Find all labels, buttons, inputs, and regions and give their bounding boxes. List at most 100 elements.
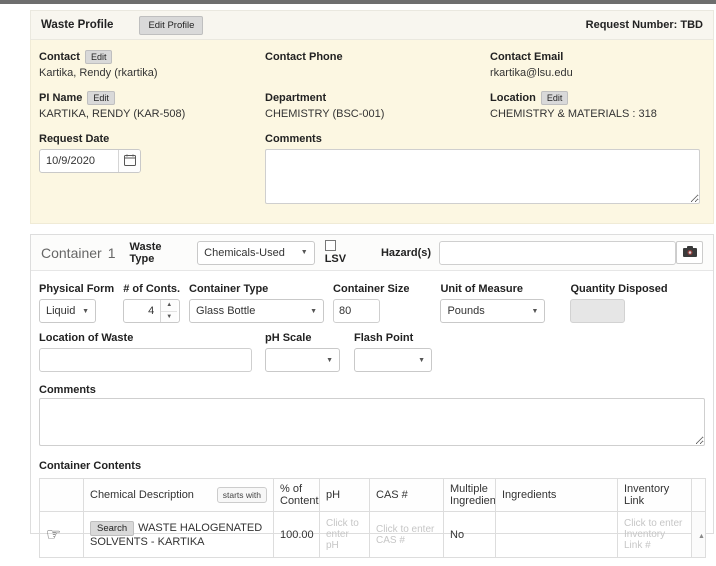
- chemical-description-cell: SearchWASTE HALOGENATED SOLVENTS - KARTI…: [84, 512, 274, 558]
- spinner-up-button[interactable]: ▲: [161, 300, 177, 311]
- lsv-label: LSV: [325, 253, 346, 265]
- col-ingredients-header: Ingredients: [496, 479, 618, 512]
- contact-email-label: Contact Email: [490, 51, 563, 63]
- top-edge-strip: [0, 0, 716, 4]
- request-date-input[interactable]: [40, 150, 118, 172]
- location-label: Location: [490, 92, 536, 104]
- table-row: ☞ SearchWASTE HALOGENATED SOLVENTS - KAR…: [40, 512, 706, 558]
- profile-comments-textarea[interactable]: [265, 149, 700, 204]
- waste-profile-header: Waste Profile Edit Profile Request Numbe…: [30, 10, 714, 40]
- quantity-disposed-input: [570, 299, 625, 323]
- department-label: Department: [265, 92, 326, 104]
- row-selector-cell[interactable]: ☞: [40, 512, 84, 558]
- pi-name-edit-button[interactable]: Edit: [87, 91, 115, 105]
- pi-name-value: KARTIKA, RENDY (KAR-508): [39, 106, 265, 123]
- location-of-waste-label: Location of Waste: [39, 332, 252, 344]
- location-value: CHEMISTRY & MATERIALS : 318: [490, 106, 705, 123]
- container-number: 1: [108, 245, 116, 261]
- num-conts-field: # of Conts. 4 ▲ ▼: [123, 283, 180, 323]
- contact-email-value: rkartika@lsu.edu: [490, 65, 705, 82]
- contact-edit-button[interactable]: Edit: [85, 50, 113, 64]
- request-date-field: Request Date: [39, 130, 265, 204]
- col-ph-header: pH: [320, 479, 370, 512]
- caret-down-icon: ▼: [310, 308, 317, 315]
- container-size-field: Container Size: [333, 283, 409, 323]
- container-comments-label: Comments: [39, 384, 705, 396]
- container-type-field: Container Type Glass Bottle ▼: [189, 283, 324, 323]
- unit-of-measure-select[interactable]: Pounds ▼: [440, 299, 545, 323]
- flash-point-field: Flash Point ▼: [354, 332, 432, 372]
- contact-value: Kartika, Rendy (rkartika): [39, 65, 265, 82]
- caret-down-icon: ▼: [532, 308, 539, 315]
- ph-scale-field: pH Scale ▼: [265, 332, 340, 372]
- quantity-disposed-label: Quantity Disposed: [570, 283, 667, 295]
- col-row-selector-header: [40, 479, 84, 512]
- physical-form-label: Physical Form: [39, 283, 114, 295]
- container-size-input[interactable]: [333, 299, 380, 323]
- starts-with-button[interactable]: starts with: [217, 487, 267, 503]
- physical-form-field: Physical Form Liquid ▼: [39, 283, 114, 323]
- inventory-link-cell[interactable]: Click to enter Inventory Link #: [618, 512, 692, 558]
- date-picker-button[interactable]: [118, 150, 140, 172]
- multiple-ingredients-cell: No: [444, 512, 496, 558]
- col-inventory-link-header: Inventory Link: [618, 479, 692, 512]
- ingredients-cell: [496, 512, 618, 558]
- container-contents-title: Container Contents: [39, 460, 705, 472]
- request-number: Request Number: TBD: [586, 19, 703, 31]
- flash-point-select[interactable]: ▼: [354, 348, 432, 372]
- page-title: Waste Profile: [41, 19, 113, 31]
- request-date-label: Request Date: [39, 133, 109, 145]
- col-chemical-description-header: Chemical Description starts with: [84, 479, 274, 512]
- spinner-down-button[interactable]: ▼: [161, 311, 177, 323]
- num-conts-input[interactable]: 4 ▲ ▼: [123, 299, 180, 323]
- profile-panel: Contact Edit Kartika, Rendy (rkartika) C…: [30, 40, 714, 224]
- table-scrollbar[interactable]: ▲: [692, 512, 706, 558]
- col-pct-content-header: % of Content: [274, 479, 320, 512]
- contact-email-field: Contact Email rkartika@lsu.edu: [490, 48, 705, 82]
- lsv-checkbox[interactable]: [325, 240, 336, 251]
- col-multiple-ingredients-header: Multiple Ingredients: [444, 479, 496, 512]
- num-conts-label: # of Conts.: [123, 283, 180, 295]
- pi-name-label: PI Name: [39, 92, 82, 104]
- unit-of-measure-value: Pounds: [447, 305, 484, 317]
- container-title: Container: [41, 245, 102, 261]
- location-edit-button[interactable]: Edit: [541, 91, 569, 105]
- waste-type-select[interactable]: Chemicals-Used ▼: [197, 241, 315, 265]
- container-contents-table: Chemical Description starts with % of Co…: [39, 478, 706, 558]
- hazards-input[interactable]: [439, 241, 676, 265]
- location-of-waste-input[interactable]: [39, 348, 252, 372]
- container-comments-textarea[interactable]: [39, 398, 705, 446]
- waste-type-label: Waste Type: [130, 241, 190, 265]
- caret-down-icon: ▼: [326, 357, 333, 364]
- physical-form-value: Liquid: [46, 305, 75, 317]
- unit-of-measure-label: Unit of Measure: [440, 283, 545, 295]
- department-field: Department CHEMISTRY (BSC-001): [265, 89, 490, 123]
- location-field: Location Edit CHEMISTRY & MATERIALS : 31…: [490, 89, 705, 123]
- container-body: Physical Form Liquid ▼ # of Conts. 4 ▲ ▼: [31, 271, 713, 566]
- container-size-label: Container Size: [333, 283, 409, 295]
- pct-content-cell: 100.00: [274, 512, 320, 558]
- waste-type-value: Chemicals-Used: [204, 247, 285, 259]
- caret-down-icon: ▼: [418, 357, 425, 364]
- profile-comments-label: Comments: [265, 133, 322, 145]
- pi-name-field: PI Name Edit KARTIKA, RENDY (KAR-508): [39, 89, 265, 123]
- search-button[interactable]: Search: [90, 521, 134, 536]
- physical-form-select[interactable]: Liquid ▼: [39, 299, 96, 323]
- profile-comments-field: Comments: [265, 130, 705, 204]
- contact-phone-field: Contact Phone: [265, 48, 490, 82]
- department-value: CHEMISTRY (BSC-001): [265, 106, 490, 123]
- caret-down-icon: ▼: [301, 249, 308, 256]
- table-scrollbar-header: [692, 479, 706, 512]
- container-panel: Container 1 Waste Type Chemicals-Used ▼ …: [30, 234, 714, 534]
- ph-cell[interactable]: Click to enter pH: [320, 512, 370, 558]
- container-type-select[interactable]: Glass Bottle ▼: [189, 299, 324, 323]
- add-photo-button[interactable]: [676, 241, 703, 264]
- quantity-disposed-field: Quantity Disposed: [570, 283, 667, 323]
- ph-scale-select[interactable]: ▼: [265, 348, 340, 372]
- ph-scale-label: pH Scale: [265, 332, 340, 344]
- contact-field: Contact Edit Kartika, Rendy (rkartika): [39, 48, 265, 82]
- edit-profile-button[interactable]: Edit Profile: [139, 16, 203, 35]
- col-cas-header: CAS #: [370, 479, 444, 512]
- caret-down-icon: ▼: [82, 308, 89, 315]
- cas-cell[interactable]: Click to enter CAS #: [370, 512, 444, 558]
